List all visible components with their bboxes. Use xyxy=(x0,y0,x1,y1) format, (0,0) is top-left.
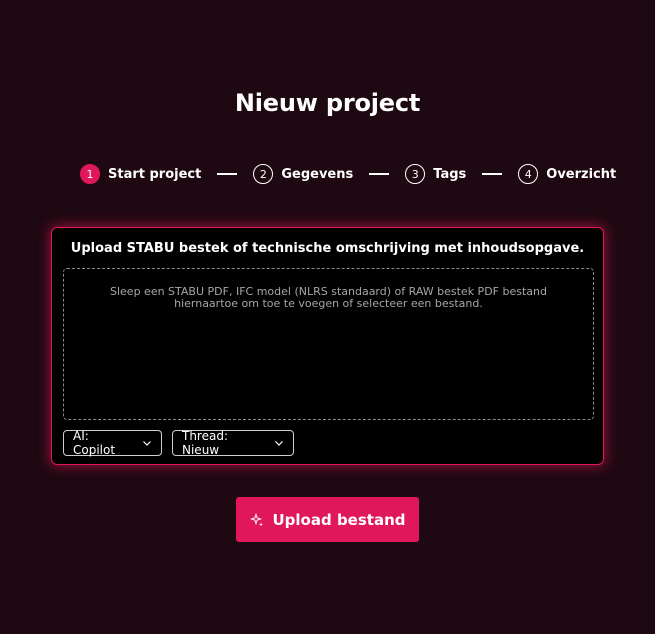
upload-card-heading: Upload STABU bestek of technische omschr… xyxy=(70,241,585,256)
step-label: Overzicht xyxy=(546,166,617,182)
stepper: 1 Start project 2 Gegevens 3 Tags 4 Over… xyxy=(80,163,616,185)
step-number: 4 xyxy=(518,164,539,184)
ai-model-select-value: AI: Copilot xyxy=(73,429,116,457)
step-label: Start project xyxy=(108,166,202,182)
step-label: Tags xyxy=(433,166,467,182)
step-number: 2 xyxy=(253,164,274,184)
step-number: 3 xyxy=(405,164,426,184)
file-dropzone[interactable]: Sleep een STABU PDF, IFC model (NLRS sta… xyxy=(63,268,594,420)
step-overzicht[interactable]: 4 Overzicht xyxy=(518,164,616,184)
new-project-page: Nieuw project 1 Start project 2 Gegevens… xyxy=(0,0,655,634)
step-label: Gegevens xyxy=(281,166,354,182)
step-gegevens[interactable]: 2 Gegevens xyxy=(253,164,353,184)
step-start-project[interactable]: 1 Start project xyxy=(80,164,201,184)
thread-select-value: Thread: Nieuw xyxy=(182,429,229,457)
ai-model-select[interactable]: AI: Copilot xyxy=(63,429,162,457)
step-separator xyxy=(217,173,238,175)
dropzone-instructions: Sleep een STABU PDF, IFC model (NLRS sta… xyxy=(84,286,573,310)
step-separator xyxy=(482,173,503,175)
upload-card: Upload STABU bestek of technische omschr… xyxy=(51,227,604,465)
sparkle-icon xyxy=(249,512,264,527)
chevron-down-icon xyxy=(274,438,284,448)
upload-button-label: Upload bestand xyxy=(272,510,406,529)
step-separator xyxy=(369,173,390,175)
step-number: 1 xyxy=(80,164,100,184)
upload-file-button[interactable]: Upload bestand xyxy=(236,497,419,542)
dropzone-text-line: hiernaartoe om toe te voegen of selectee… xyxy=(174,297,483,310)
chevron-down-icon xyxy=(142,438,152,448)
page-title: Nieuw project xyxy=(234,89,421,117)
step-tags[interactable]: 3 Tags xyxy=(405,164,466,184)
thread-select[interactable]: Thread: Nieuw xyxy=(172,429,294,457)
